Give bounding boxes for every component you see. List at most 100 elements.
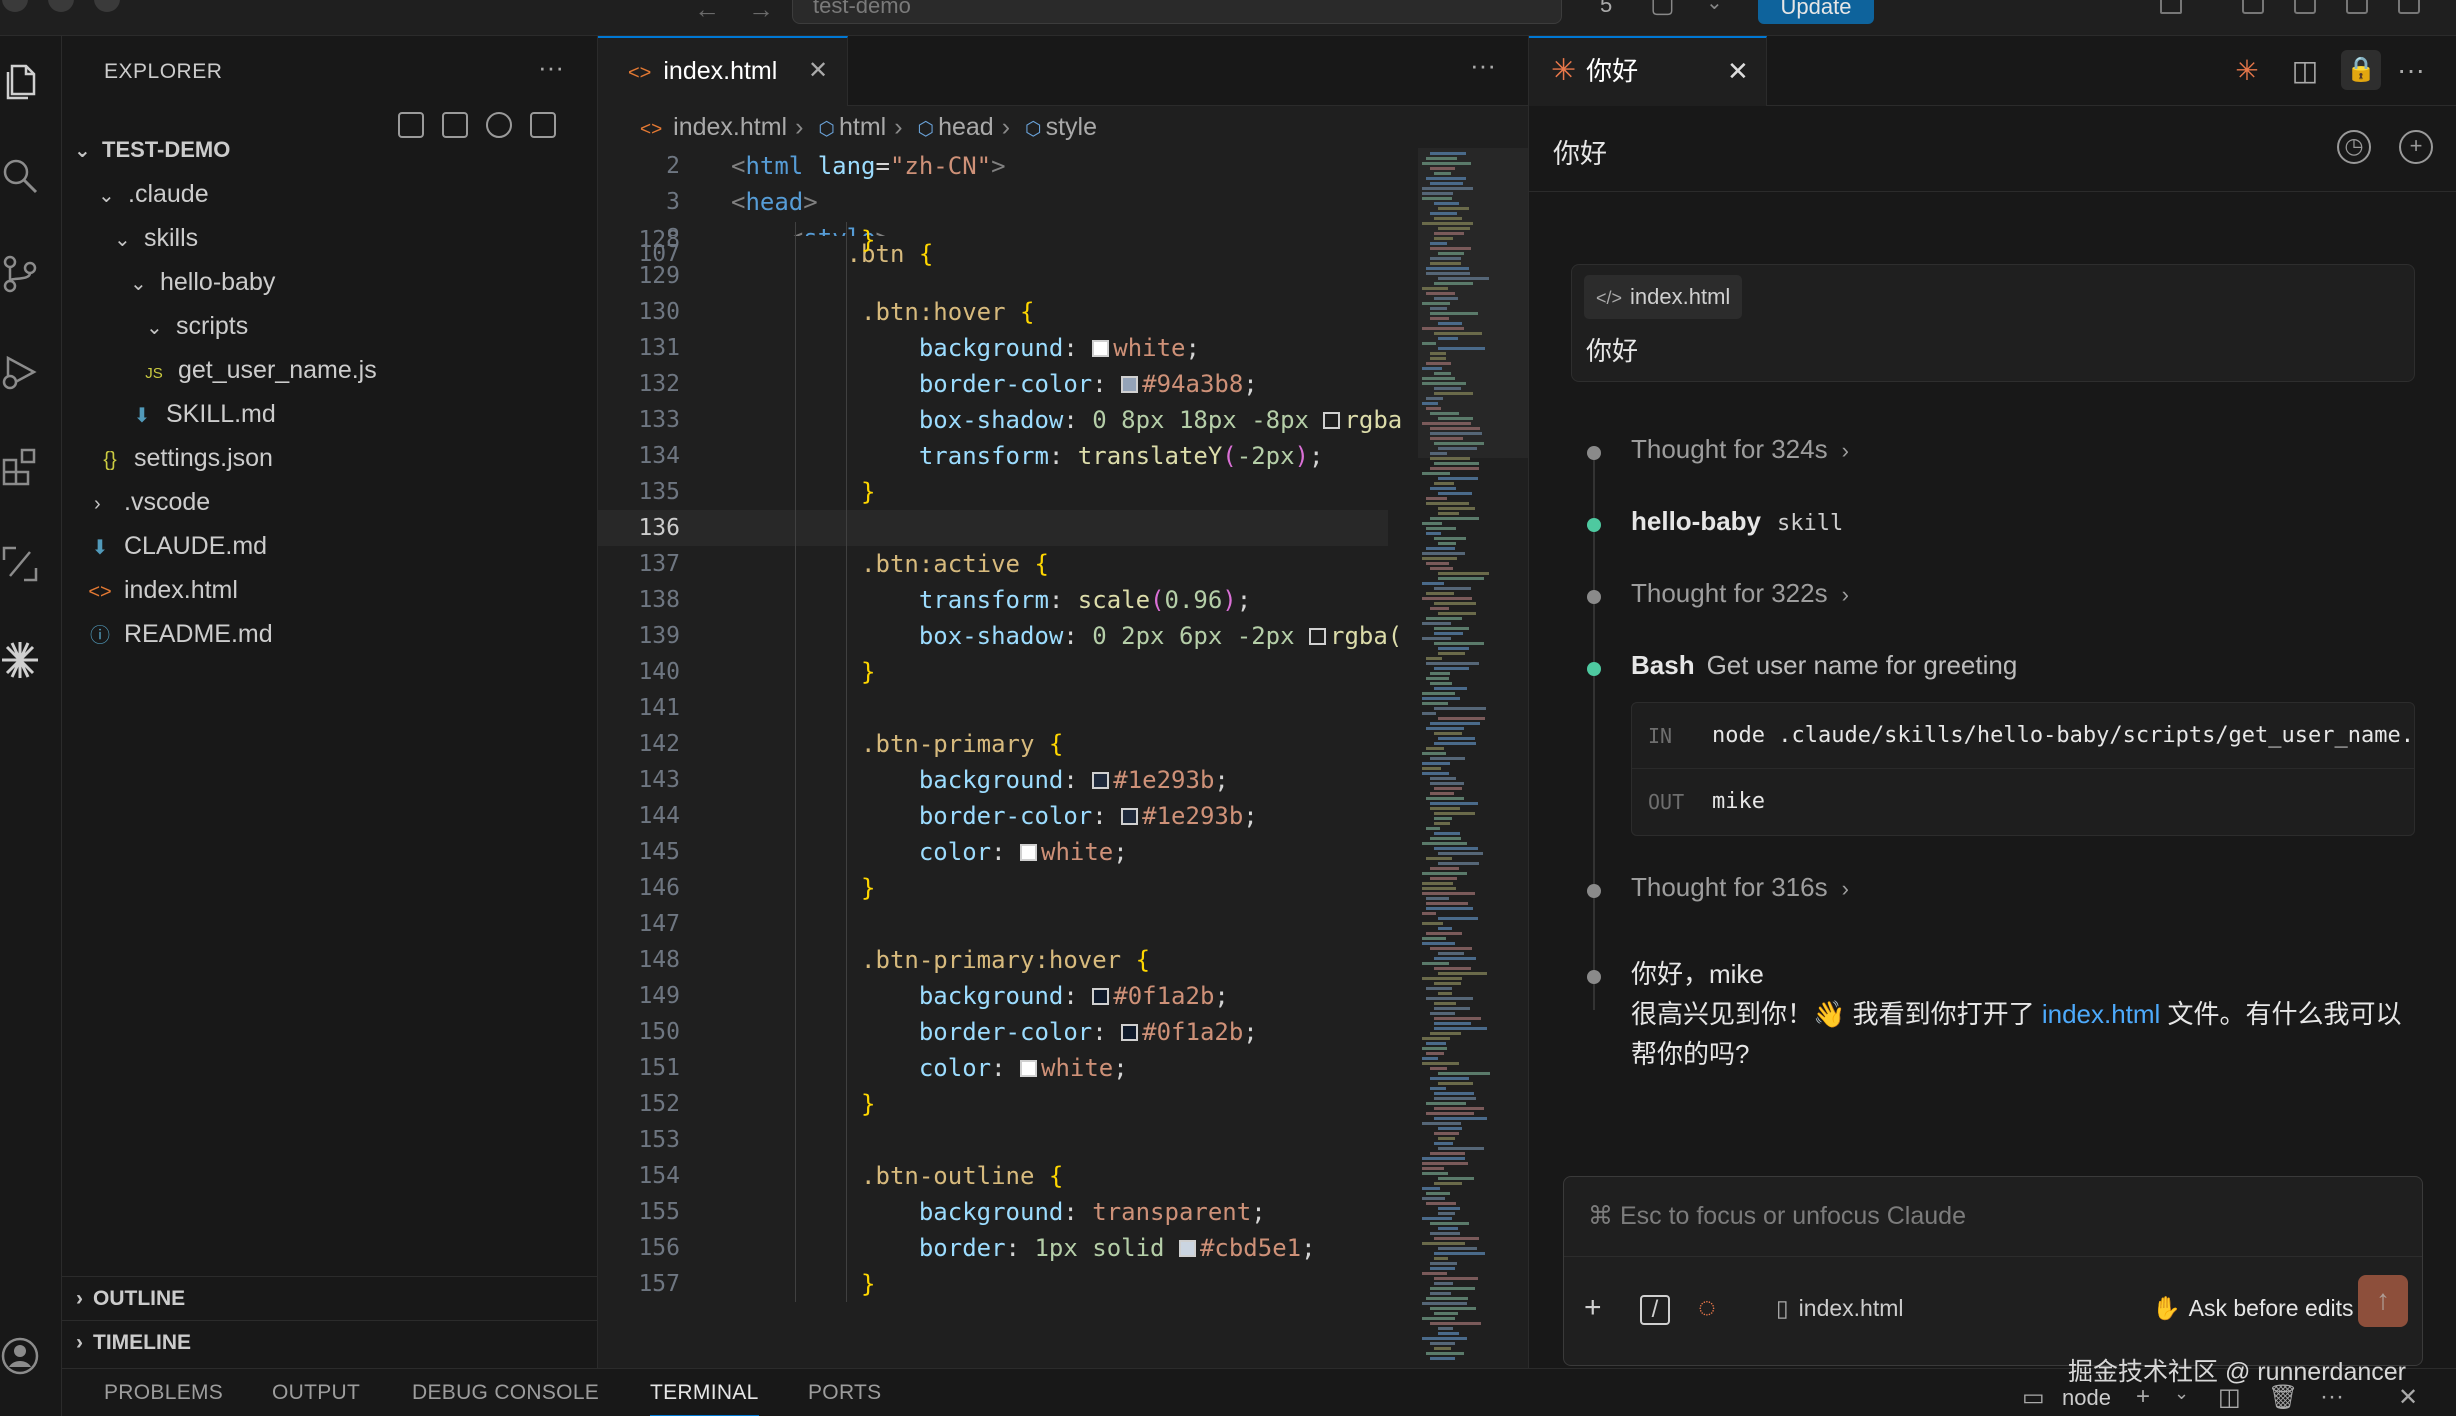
window-zoom-button[interactable] bbox=[94, 0, 120, 12]
tab-problems[interactable]: PROBLEMS bbox=[104, 1381, 223, 1405]
extensions-icon[interactable] bbox=[0, 446, 40, 486]
tree-item[interactable]: <> index.html bbox=[62, 568, 598, 612]
usage-ring-icon[interactable]: ◌ bbox=[1698, 1291, 1716, 1325]
color-swatch[interactable] bbox=[1020, 1060, 1037, 1077]
outline-section[interactable]: › OUTLINE bbox=[62, 1276, 598, 1320]
edit-mode-toggle[interactable]: ✋ Ask before edits bbox=[2152, 1295, 2354, 1322]
breadcrumb-item[interactable]: head bbox=[938, 113, 994, 141]
explorer-icon[interactable] bbox=[2, 60, 42, 100]
editor-more-icon[interactable]: ··· bbox=[1470, 50, 1496, 81]
tab-terminal[interactable]: TERMINAL bbox=[650, 1381, 759, 1416]
search-icon[interactable] bbox=[0, 156, 40, 196]
run-debug-icon[interactable] bbox=[0, 352, 40, 392]
color-swatch[interactable] bbox=[1121, 808, 1139, 825]
chevron-down-icon[interactable]: ⌄ bbox=[1706, 0, 1723, 15]
more-actions-icon[interactable]: ··· bbox=[2395, 54, 2427, 86]
toggle-sidebar-icon[interactable] bbox=[2294, 0, 2316, 14]
minimap-line bbox=[1422, 597, 1472, 600]
toggle-panel-icon[interactable] bbox=[2346, 0, 2368, 14]
command-center-search[interactable]: test-demo ● bbox=[792, 0, 1562, 24]
remote-explorer-icon[interactable] bbox=[0, 544, 40, 584]
tab-ports[interactable]: PORTS bbox=[808, 1381, 881, 1405]
back-arrow-icon[interactable]: ← bbox=[694, 0, 720, 25]
new-folder-icon[interactable] bbox=[442, 112, 468, 138]
color-swatch[interactable] bbox=[1178, 1240, 1196, 1257]
tree-item[interactable]: ⬇ CLAUDE.md bbox=[62, 524, 598, 568]
new-chat-icon[interactable]: + bbox=[2399, 130, 2433, 164]
breadcrumb-item[interactable]: html bbox=[839, 113, 886, 141]
color-swatch[interactable] bbox=[1092, 340, 1110, 357]
new-file-icon[interactable] bbox=[398, 112, 424, 138]
send-button[interactable]: ↑ bbox=[2358, 1275, 2408, 1327]
breadcrumb-item[interactable]: index.html bbox=[673, 113, 787, 141]
tab-debug-console[interactable]: DEBUG CONSOLE bbox=[412, 1381, 599, 1405]
minimap-line bbox=[1438, 1177, 1474, 1180]
chat-input[interactable] bbox=[1564, 1177, 2422, 1257]
lock-icon[interactable]: 🔒 bbox=[2341, 50, 2381, 90]
minimap-line bbox=[1438, 512, 1459, 515]
tab-output[interactable]: OUTPUT bbox=[272, 1381, 360, 1405]
tree-item[interactable]: {} settings.json bbox=[62, 436, 598, 480]
minimap-line bbox=[1426, 932, 1462, 935]
thought-step[interactable]: Thought for 322s › bbox=[1631, 578, 1849, 609]
line-number: 138 bbox=[638, 587, 680, 613]
window-close-button[interactable] bbox=[2, 0, 28, 12]
window-minimize-button[interactable] bbox=[48, 0, 74, 12]
split-editor-icon[interactable]: ◫ bbox=[2289, 54, 2321, 86]
minimap-line bbox=[1434, 832, 1460, 835]
tree-item[interactable]: ⌄ hello-baby bbox=[62, 260, 598, 304]
timeline-section[interactable]: › TIMELINE bbox=[62, 1320, 598, 1364]
customize-layout-icon[interactable] bbox=[2242, 0, 2264, 14]
minimap-line bbox=[1422, 1167, 1444, 1170]
slash-command-icon[interactable]: / bbox=[1640, 1295, 1670, 1325]
minimap-line bbox=[1422, 557, 1457, 560]
breadcrumb-item[interactable]: style bbox=[1046, 113, 1097, 141]
tree-item[interactable]: ⓘ README.md bbox=[62, 612, 598, 656]
refresh-icon[interactable] bbox=[486, 112, 512, 138]
tree-item[interactable]: ⌄ scripts bbox=[62, 304, 598, 348]
minimap[interactable] bbox=[1418, 148, 1528, 1368]
tree-item[interactable]: ⬇ SKILL.md bbox=[62, 392, 598, 436]
toggle-secondary-sidebar-icon[interactable] bbox=[2398, 0, 2420, 14]
close-icon[interactable]: ✕ bbox=[808, 38, 828, 104]
more-actions-icon[interactable]: ··· bbox=[538, 52, 564, 83]
file-link[interactable]: index.html bbox=[2042, 999, 2161, 1029]
tree-item[interactable]: ⌄ skills bbox=[62, 216, 598, 260]
in-label: IN bbox=[1648, 724, 1673, 748]
add-icon[interactable]: + bbox=[1584, 1291, 1602, 1325]
thought-step[interactable]: Thought for 316s › bbox=[1631, 872, 1849, 903]
tree-item[interactable]: › .vscode bbox=[62, 480, 598, 524]
terminal-name[interactable]: node bbox=[2062, 1385, 2111, 1411]
minimap-line bbox=[1430, 1267, 1455, 1270]
color-swatch[interactable] bbox=[1020, 844, 1037, 861]
update-button[interactable]: Update bbox=[1758, 0, 1874, 24]
attached-file[interactable]: ▯ index.html bbox=[1776, 1295, 1904, 1322]
claude-icon[interactable] bbox=[0, 640, 40, 680]
color-swatch[interactable] bbox=[1309, 628, 1326, 645]
minimap-line bbox=[1422, 1157, 1465, 1160]
color-swatch[interactable] bbox=[1092, 988, 1110, 1005]
history-icon[interactable]: ◷ bbox=[2337, 130, 2371, 164]
file-chip[interactable]: </> index.html bbox=[1584, 275, 1743, 319]
source-control-icon[interactable] bbox=[0, 254, 40, 294]
account-icon[interactable] bbox=[0, 1336, 40, 1376]
tree-item[interactable]: ⌄ .claude bbox=[62, 172, 598, 216]
thought-step[interactable]: Thought for 324s › bbox=[1631, 434, 1849, 465]
skill-name: hello-baby bbox=[1631, 506, 1762, 536]
claude-panel: ✳ 你好 ✕ ✳ ◫ 🔒 ··· 你好 ◷ + </> index.html 你好 … bbox=[1528, 36, 2456, 1368]
collapse-all-icon[interactable] bbox=[530, 112, 556, 138]
close-icon[interactable]: ✕ bbox=[1727, 38, 1749, 104]
tree-item[interactable]: JS get_user_name.js bbox=[62, 348, 598, 392]
tree-item-label: hello-baby bbox=[160, 268, 276, 296]
tab-claude-chat[interactable]: ✳ 你好 ✕ bbox=[1529, 36, 1767, 106]
layout-icon[interactable] bbox=[2160, 0, 2182, 14]
color-swatch[interactable] bbox=[1323, 412, 1341, 429]
indent-guide bbox=[846, 222, 847, 1302]
color-swatch[interactable] bbox=[1121, 376, 1139, 393]
forward-arrow-icon[interactable]: → bbox=[748, 0, 774, 25]
color-swatch[interactable] bbox=[1092, 772, 1110, 789]
claude-spark-icon[interactable]: ✳ bbox=[2231, 54, 2263, 86]
chat-icon[interactable]: ▢ bbox=[1650, 0, 1675, 19]
tab-index-html[interactable]: <> index.html ✕ bbox=[598, 36, 848, 106]
color-swatch[interactable] bbox=[1121, 1024, 1139, 1041]
